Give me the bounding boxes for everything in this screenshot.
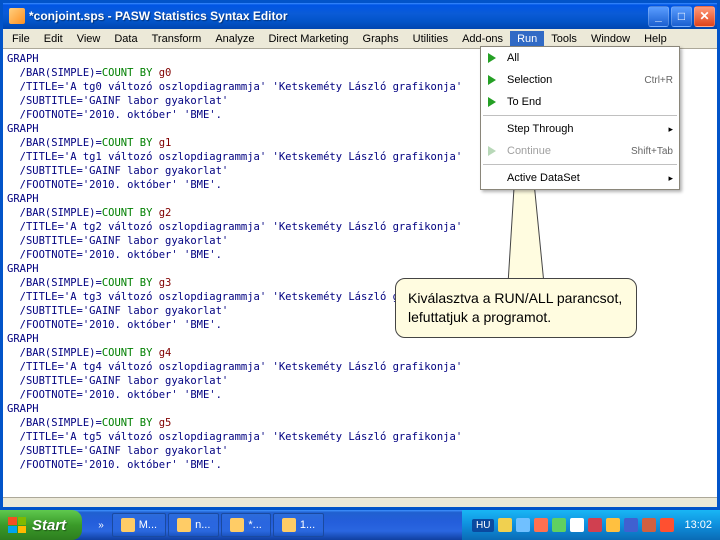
titlebar: *conjoint.sps - PASW Statistics Syntax E… (3, 3, 717, 29)
code-line[interactable]: GRAPH (7, 402, 713, 416)
menu-file[interactable]: File (5, 31, 37, 47)
menu-transform[interactable]: Transform (145, 31, 209, 47)
step-through-label: Step Through (507, 123, 664, 135)
run-menu-dropdown: All Selection Ctrl+R To End Step Through… (480, 46, 680, 190)
run-selection-item[interactable]: Selection Ctrl+R (481, 69, 679, 91)
code-line[interactable]: /SUBTITLE='GAINF labor gyakorlat' (7, 374, 713, 388)
menu-view[interactable]: View (70, 31, 108, 47)
app-icon (121, 518, 135, 532)
taskbar: Start » M...n...*...1... HU 13:02 (0, 510, 720, 540)
code-line[interactable]: /BAR(SIMPLE)=COUNT BY g4 (7, 346, 713, 360)
app-icon (177, 518, 191, 532)
tray-icon[interactable] (516, 518, 530, 532)
menu-data[interactable]: Data (107, 31, 144, 47)
step-icon (483, 121, 501, 137)
tray-icon[interactable] (534, 518, 548, 532)
tray-icon[interactable] (624, 518, 638, 532)
run-selection-label: Selection (507, 74, 636, 86)
code-line[interactable]: /BAR(SIMPLE)=COUNT BY g5 (7, 416, 713, 430)
windows-logo-icon (8, 517, 26, 533)
code-line[interactable]: GRAPH (7, 262, 713, 276)
minimize-button[interactable]: _ (648, 6, 669, 27)
code-line[interactable]: GRAPH (7, 192, 713, 206)
blank-icon (483, 170, 501, 186)
window-title: *conjoint.sps - PASW Statistics Syntax E… (29, 9, 648, 23)
menu-add-ons[interactable]: Add-ons (455, 31, 510, 47)
menu-window[interactable]: Window (584, 31, 637, 47)
tray-icon[interactable] (498, 518, 512, 532)
menu-help[interactable]: Help (637, 31, 674, 47)
run-all-item[interactable]: All (481, 47, 679, 69)
code-line[interactable]: /FOOTNOTE='2010. október' 'BME'. (7, 458, 713, 472)
tray-icon[interactable] (570, 518, 584, 532)
code-line[interactable]: /TITLE='A tg4 változó oszlopdiagrammja' … (7, 360, 713, 374)
tray-icon[interactable] (660, 518, 674, 532)
app-icon (282, 518, 296, 532)
menu-direct-marketing[interactable]: Direct Marketing (261, 31, 355, 47)
continue-shortcut: Shift+Tab (631, 146, 673, 157)
menu-separator (483, 164, 677, 165)
run-all-label: All (507, 52, 673, 64)
close-button[interactable]: ✕ (694, 6, 715, 27)
menu-separator (483, 115, 677, 116)
play-icon (483, 50, 501, 66)
menu-edit[interactable]: Edit (37, 31, 70, 47)
app-icon (230, 518, 244, 532)
menu-utilities[interactable]: Utilities (406, 31, 455, 47)
continue-label: Continue (507, 145, 623, 157)
tray-icon[interactable] (642, 518, 656, 532)
app-icon (9, 8, 25, 24)
run-to-end-label: To End (507, 96, 673, 108)
language-indicator[interactable]: HU (472, 519, 494, 532)
callout-text: Kiválasztva a RUN/ALL parancsot, lefutta… (408, 290, 622, 325)
menu-tools[interactable]: Tools (544, 31, 584, 47)
continue-icon (483, 143, 501, 159)
code-line[interactable]: /SUBTITLE='GAINF labor gyakorlat' (7, 444, 713, 458)
code-line[interactable]: /FOOTNOTE='2010. október' 'BME'. (7, 248, 713, 262)
start-label: Start (32, 517, 66, 534)
clock[interactable]: 13:02 (684, 519, 712, 531)
taskbar-app-button[interactable]: n... (168, 513, 219, 537)
taskbar-app-button[interactable]: M... (112, 513, 166, 537)
tray-icon[interactable] (552, 518, 566, 532)
maximize-button[interactable]: □ (671, 6, 692, 27)
menu-analyze[interactable]: Analyze (208, 31, 261, 47)
start-button[interactable]: Start (0, 510, 82, 540)
instruction-callout: Kiválasztva a RUN/ALL parancsot, lefutta… (395, 278, 637, 338)
active-dataset-label: Active DataSet (507, 172, 664, 184)
play-to-end-icon (483, 94, 501, 110)
code-line[interactable]: /SUBTITLE='GAINF labor gyakorlat' (7, 234, 713, 248)
taskbar-app-button[interactable]: *... (221, 513, 270, 537)
chevron-right-icon: ▸ (668, 124, 673, 135)
taskbar-chevron-icon[interactable]: » (92, 520, 110, 531)
taskbar-app-button[interactable]: 1... (273, 513, 324, 537)
continue-item: Continue Shift+Tab (481, 140, 679, 162)
menu-graphs[interactable]: Graphs (356, 31, 406, 47)
status-bar (3, 497, 717, 507)
run-selection-shortcut: Ctrl+R (644, 75, 673, 86)
taskbar-buttons: » M...n...*...1... (92, 513, 462, 537)
step-through-item[interactable]: Step Through ▸ (481, 118, 679, 140)
code-line[interactable]: /TITLE='A tg5 változó oszlopdiagrammja' … (7, 430, 713, 444)
play-icon (483, 72, 501, 88)
run-to-end-item[interactable]: To End (481, 91, 679, 113)
tray-icon[interactable] (588, 518, 602, 532)
code-line[interactable]: /FOOTNOTE='2010. október' 'BME'. (7, 388, 713, 402)
code-line[interactable]: /BAR(SIMPLE)=COUNT BY g2 (7, 206, 713, 220)
window-controls: _ □ ✕ (648, 6, 715, 27)
chevron-right-icon: ▸ (668, 173, 673, 184)
code-line[interactable]: /TITLE='A tg2 változó oszlopdiagrammja' … (7, 220, 713, 234)
active-dataset-item[interactable]: Active DataSet ▸ (481, 167, 679, 189)
system-tray: HU 13:02 (462, 510, 720, 540)
menu-run[interactable]: Run (510, 31, 544, 47)
tray-icon[interactable] (606, 518, 620, 532)
